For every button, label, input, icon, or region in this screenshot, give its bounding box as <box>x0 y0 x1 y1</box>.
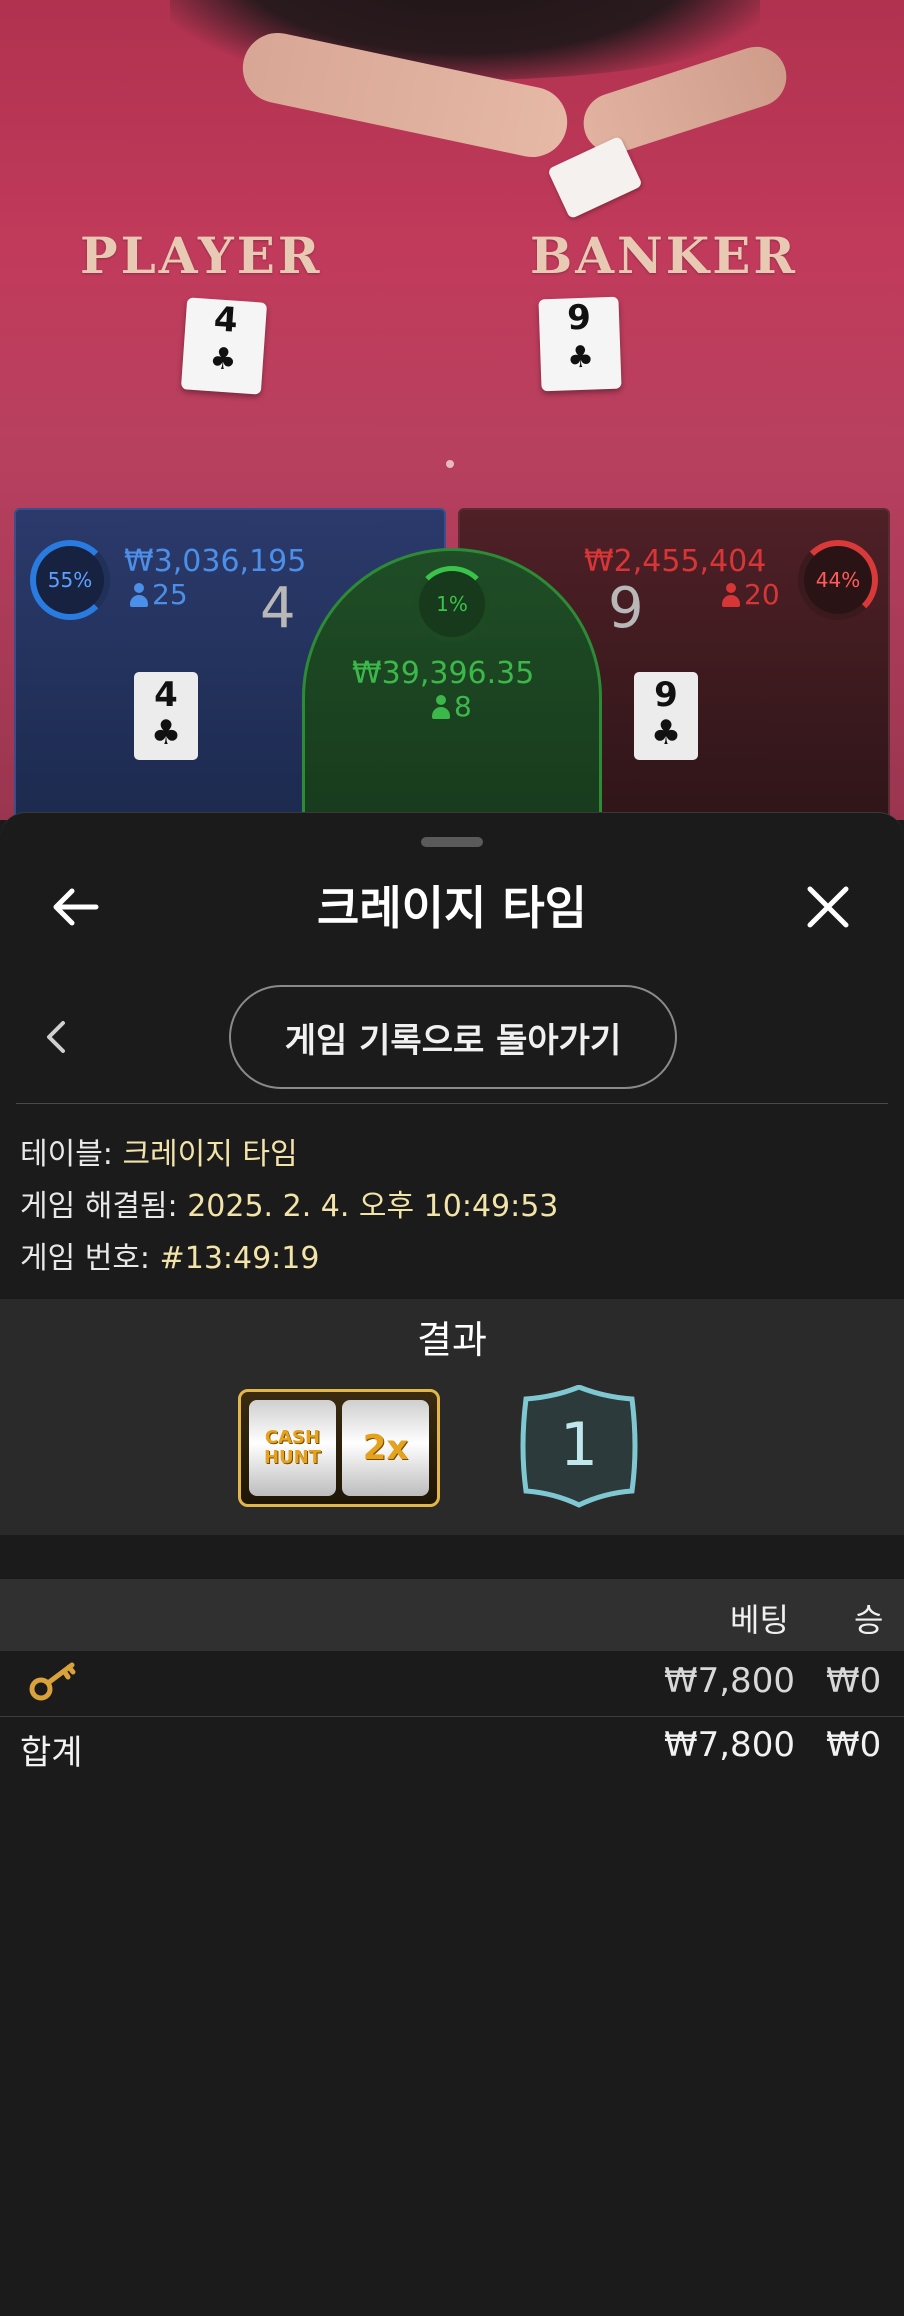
player-score: 4 <box>260 576 296 641</box>
player-bettor-count-value: 25 <box>152 578 188 611</box>
info-table-value: 크레이지 타임 <box>122 1137 298 1172</box>
info-number-label: 게임 번호: <box>20 1241 160 1276</box>
felt-banker-label: BANKER <box>530 226 798 285</box>
wheel-segment-value: 1 <box>560 1410 598 1480</box>
cash-hunt-reel: CASH HUNT <box>249 1400 336 1496</box>
player-card: 4 ♣ <box>134 672 198 760</box>
felt-banker-card: 9 ♣ <box>538 296 622 392</box>
sheet-title: 크레이지 타임 <box>317 881 587 935</box>
results-section: 결과 CASH HUNT 2x 1 <box>0 1299 904 1535</box>
total-bet-amount: ₩7,800 <box>664 1725 795 1765</box>
back-to-history-button[interactable]: 게임 기록으로 돌아가기 <box>229 985 677 1089</box>
banker-bettor-count: 20 <box>722 578 780 611</box>
banker-bet-amount: ₩2,455,404 <box>584 544 767 579</box>
chevron-left-icon[interactable] <box>30 1011 82 1063</box>
club-icon: ♣ <box>566 339 595 376</box>
felt-dot <box>446 460 454 468</box>
header-win: 승 <box>854 1601 884 1639</box>
info-resolved-label: 게임 해결됨: <box>20 1189 188 1224</box>
total-win-amount: ₩0 <box>826 1725 882 1765</box>
felt-player-card: 4 ♣ <box>180 297 268 395</box>
divider <box>16 1103 888 1104</box>
info-table: 테이블: 크레이지 타임 <box>20 1129 298 1173</box>
banker-card-rank: 9 <box>654 675 678 715</box>
sheet-drag-handle[interactable] <box>421 837 483 847</box>
player-bettor-count: 25 <box>130 578 188 611</box>
info-table-label: 테이블: <box>20 1137 123 1172</box>
info-game-number: 게임 번호: #13:49:19 <box>20 1233 319 1277</box>
key-icon <box>29 1662 76 1701</box>
close-icon[interactable] <box>792 871 864 943</box>
wheel-segment-badge: 1 <box>520 1385 638 1508</box>
info-number-value: #13:49:19 <box>159 1241 320 1276</box>
tie-bettor-count-value: 8 <box>454 690 472 723</box>
person-icon <box>432 695 450 719</box>
multiplier-reel: 2x <box>342 1400 429 1496</box>
total-label: 합계 <box>20 1733 83 1773</box>
banker-score: 9 <box>608 576 644 641</box>
tie-percent-ring: 1% <box>414 566 490 642</box>
banker-card: 9 ♣ <box>634 672 698 760</box>
total-row: 합계 ₩7,800 ₩0 <box>0 1715 904 1779</box>
tie-bet-amount: ₩39,396.35 <box>352 656 535 691</box>
info-resolved-value: 2025. 2. 4. 오후 10:49:53 <box>187 1189 559 1224</box>
results-title: 결과 <box>417 1318 487 1362</box>
felt-player-label: PLAYER <box>80 226 323 285</box>
felt-banker-card-rank: 9 <box>566 297 592 339</box>
felt-player-card-rank: 4 <box>212 299 240 341</box>
banker-percent-ring: 44% <box>798 540 878 620</box>
game-detail-sheet: 크레이지 타임 게임 기록으로 돌아가기 테이블: 크레이지 타임 게임 해결됨… <box>0 812 904 2316</box>
person-icon <box>130 583 148 607</box>
club-icon: ♣ <box>208 341 238 378</box>
player-bet-amount: ₩3,036,195 <box>124 544 307 579</box>
info-resolved: 게임 해결됨: 2025. 2. 4. 오후 10:49:53 <box>20 1181 558 1225</box>
slot-result: CASH HUNT 2x <box>238 1389 440 1507</box>
tie-bettor-count: 8 <box>432 690 472 723</box>
row-win-amount: ₩0 <box>826 1661 882 1701</box>
club-icon: ♣ <box>650 713 682 753</box>
person-icon <box>722 583 740 607</box>
header-bet: 베팅 <box>730 1601 789 1639</box>
player-card-rank: 4 <box>154 675 178 715</box>
table-row: ₩7,800 ₩0 <box>0 1651 904 1715</box>
club-icon: ♣ <box>150 713 182 753</box>
row-bet-amount: ₩7,800 <box>664 1661 795 1701</box>
banker-bettor-count-value: 20 <box>744 578 780 611</box>
app-root: PLAYER BANKER 4 ♣ 9 ♣ 55% 44% 1% ₩3,036,… <box>0 0 904 2316</box>
player-percent-ring: 55% <box>30 540 110 620</box>
bets-table-header: 베팅 승 <box>0 1579 904 1651</box>
